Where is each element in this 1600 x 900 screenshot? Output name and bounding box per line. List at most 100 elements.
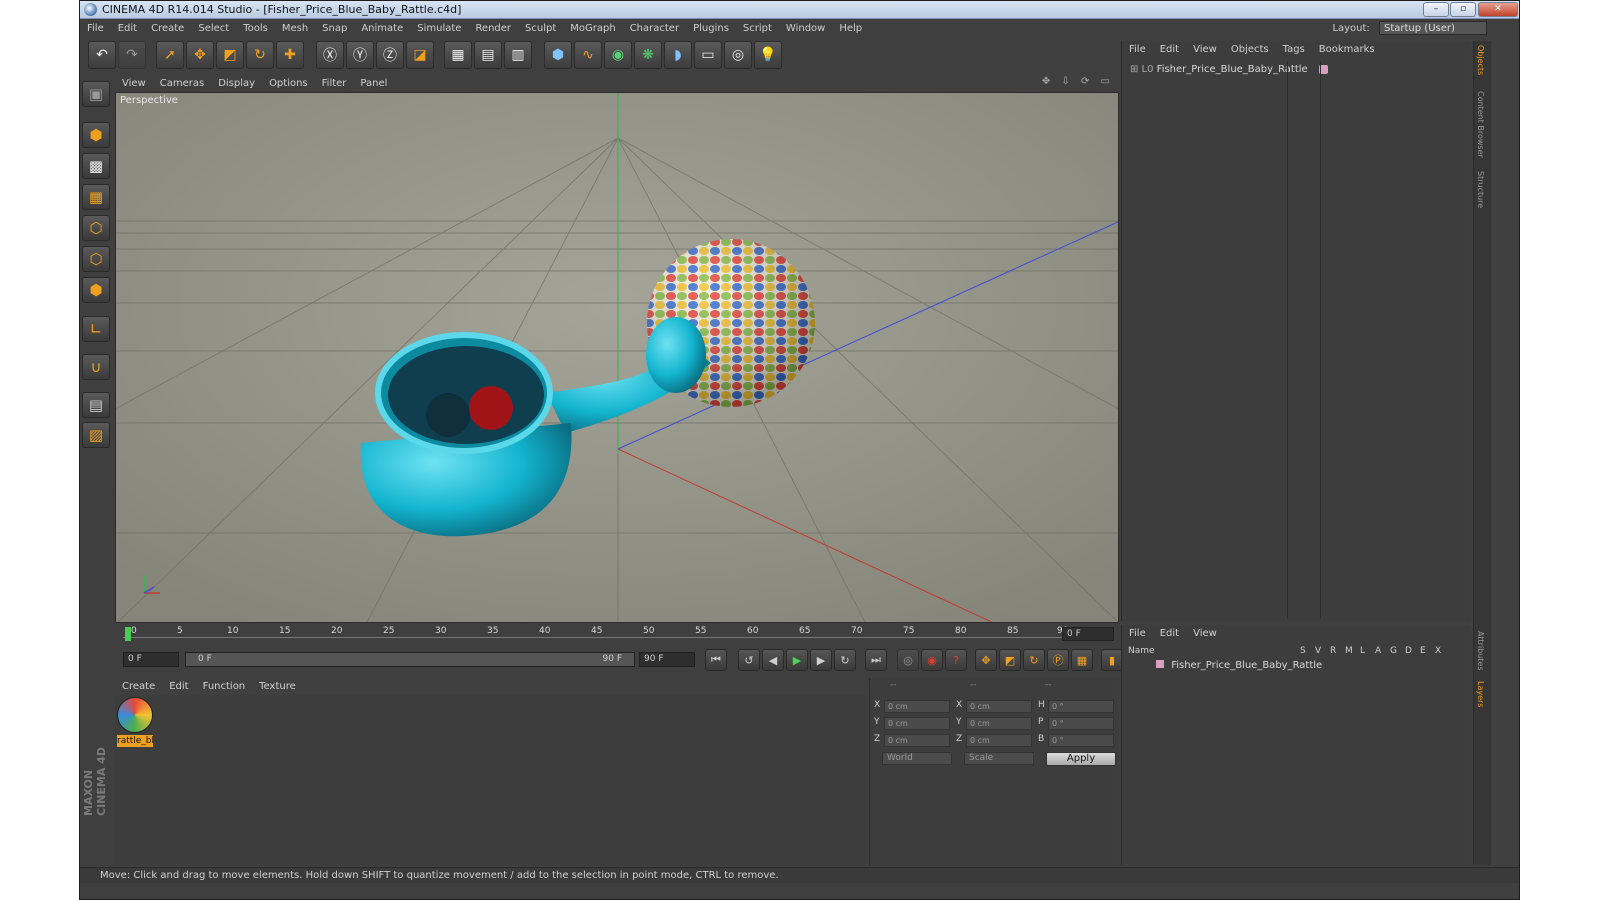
previous-frame-icon[interactable]: ◀ <box>762 649 784 671</box>
size-y-field[interactable]: 0 cm <box>966 717 1032 730</box>
record-active-icon[interactable]: ◉ <box>921 649 943 671</box>
viewport-menu-cameras[interactable]: Cameras <box>153 76 211 92</box>
tab-layers[interactable]: Layers <box>1476 681 1485 707</box>
size-z-field[interactable]: 0 cm <box>966 734 1032 747</box>
scene-floor-icon[interactable]: ▭ <box>694 41 722 69</box>
camera-icon[interactable]: ◎ <box>724 41 752 69</box>
pos-y-field[interactable]: 0 cm <box>884 717 950 730</box>
coordinate-system-icon[interactable]: ◪ <box>406 41 434 69</box>
viewport-menu-panel[interactable]: Panel <box>353 76 394 92</box>
viewport-menu-filter[interactable]: Filter <box>315 76 354 92</box>
object-name[interactable]: Fisher_Price_Blue_Baby_Rattle <box>1157 64 1308 75</box>
menu-mesh[interactable]: Mesh <box>275 20 315 38</box>
timeline-ruler[interactable]: 0 5 10 15 20 25 30 35 40 45 50 55 60 65 … <box>115 625 1120 643</box>
spline-icon[interactable]: ∿ <box>574 41 602 69</box>
pos-z-field[interactable]: 0 cm <box>884 734 950 747</box>
om-menu-objects[interactable]: Objects <box>1224 41 1276 59</box>
nurbs-icon[interactable]: ◉ <box>604 41 632 69</box>
material-preview[interactable] <box>117 697 153 733</box>
axis-mode-icon[interactable]: ∟ <box>82 316 110 342</box>
move-icon[interactable]: ✥ <box>186 41 214 69</box>
light-icon[interactable]: 💡 <box>754 41 782 69</box>
previous-key-icon[interactable]: ↺ <box>738 649 760 671</box>
material-menu-function[interactable]: Function <box>196 678 253 695</box>
menu-render[interactable]: Render <box>468 20 518 38</box>
layout-dropdown[interactable]: Startup (User) <box>1379 21 1487 35</box>
menu-simulate[interactable]: Simulate <box>410 20 468 38</box>
polygons-mode-icon[interactable]: ⬢ <box>82 277 110 303</box>
timeline-editor-icon[interactable]: ▮ <box>1101 649 1123 671</box>
layer-name[interactable]: Fisher_Price_Blue_Baby_Rattle <box>1171 660 1322 671</box>
material-menu-edit[interactable]: Edit <box>162 678 195 695</box>
menu-tools[interactable]: Tools <box>236 20 275 38</box>
y-axis-icon[interactable]: Ⓨ <box>346 41 374 69</box>
menu-edit[interactable]: Edit <box>111 20 144 38</box>
menu-animate[interactable]: Animate <box>354 20 410 38</box>
rot-h-field[interactable]: 0 ° <box>1048 700 1114 713</box>
viewport-nav-icons[interactable]: ✥ ⇩ ⟳ ▭ <box>1042 76 1114 87</box>
go-to-start-icon[interactable]: ⏮ <box>705 649 727 671</box>
om-menu-view[interactable]: View <box>1186 41 1224 59</box>
viewport-menu-options[interactable]: Options <box>262 76 315 92</box>
size-mode-dropdown[interactable]: Scale <box>964 752 1034 765</box>
undo-icon[interactable]: ↶ <box>88 41 116 69</box>
tab-structure[interactable]: Structure <box>1476 171 1485 208</box>
apply-button[interactable]: Apply <box>1046 752 1116 766</box>
object-tree-item[interactable]: ⊞ L0 Fisher_Price_Blue_Baby_Rattle <box>1130 63 1328 77</box>
menu-character[interactable]: Character <box>623 20 686 38</box>
array-icon[interactable]: ❋ <box>634 41 662 69</box>
viewport-menu-view[interactable]: View <box>115 76 153 92</box>
current-frame-field[interactable]: 0 F <box>1062 627 1114 641</box>
pos-x-field[interactable]: 0 cm <box>884 700 950 713</box>
size-x-field[interactable]: 0 cm <box>966 700 1032 713</box>
edges-mode-icon[interactable]: ⬡ <box>82 246 110 272</box>
points-mode-icon[interactable]: ⬡ <box>82 215 110 241</box>
z-axis-icon[interactable]: Ⓩ <box>376 41 404 69</box>
motion-record-icon[interactable]: ◎ <box>897 649 919 671</box>
lm-menu-view[interactable]: View <box>1186 625 1224 643</box>
frame-range-slider[interactable]: 0 F 90 F <box>185 652 635 667</box>
tab-objects[interactable]: Objects <box>1476 45 1485 75</box>
make-editable-icon[interactable]: ▣ <box>82 81 110 107</box>
next-key-icon[interactable]: ↻ <box>834 649 856 671</box>
lm-menu-edit[interactable]: Edit <box>1153 625 1186 643</box>
tab-content-browser[interactable]: Content Browser <box>1476 91 1485 158</box>
menu-file[interactable]: File <box>80 20 111 38</box>
rot-p-field[interactable]: 0 ° <box>1048 717 1114 730</box>
play-icon[interactable]: ▶ <box>786 649 808 671</box>
close-button[interactable]: ✕ <box>1478 2 1518 17</box>
viewport-menu-display[interactable]: Display <box>211 76 262 92</box>
menu-snap[interactable]: Snap <box>315 20 354 38</box>
go-to-end-icon[interactable]: ⏭ <box>865 649 887 671</box>
key-position-icon[interactable]: ✥ <box>975 649 997 671</box>
autokey-icon[interactable]: ? <box>945 649 967 671</box>
workplane-icon[interactable]: ▦ <box>82 184 110 210</box>
edit-render-settings-icon[interactable]: ▥ <box>504 41 532 69</box>
minimize-button[interactable]: – <box>1423 2 1449 17</box>
scale-icon[interactable]: ◩ <box>216 41 244 69</box>
om-menu-tags[interactable]: Tags <box>1276 41 1312 59</box>
end-frame-field[interactable]: 90 F <box>639 652 695 667</box>
deformer-icon[interactable]: ◗ <box>664 41 692 69</box>
key-param-icon[interactable]: Ⓟ <box>1047 649 1069 671</box>
rot-b-field[interactable]: 0 ° <box>1048 734 1114 747</box>
menu-sculpt[interactable]: Sculpt <box>518 20 563 38</box>
key-pla-icon[interactable]: ▦ <box>1071 649 1093 671</box>
magnet-icon[interactable]: ∪ <box>82 354 110 380</box>
om-menu-bookmarks[interactable]: Bookmarks <box>1312 41 1382 59</box>
locked-workplane-icon[interactable]: ▨ <box>82 422 110 448</box>
menu-help[interactable]: Help <box>832 20 869 38</box>
om-menu-edit[interactable]: Edit <box>1153 41 1186 59</box>
key-rotation-icon[interactable]: ↻ <box>1023 649 1045 671</box>
menu-select[interactable]: Select <box>191 20 236 38</box>
start-frame-field[interactable]: 0 F <box>123 652 179 667</box>
cube-icon[interactable]: ⬢ <box>544 41 572 69</box>
maximize-button[interactable]: ▫ <box>1450 2 1476 17</box>
perspective-viewport[interactable]: Perspective <box>115 92 1119 623</box>
material-label[interactable]: rattle_bl <box>117 735 153 747</box>
live-select-icon[interactable]: ✚ <box>276 41 304 69</box>
redo-icon[interactable]: ↷ <box>118 41 146 69</box>
select-arrow-icon[interactable]: ➚ <box>156 41 184 69</box>
menu-window[interactable]: Window <box>779 20 832 38</box>
layer-row[interactable]: Fisher_Price_Blue_Baby_Rattle <box>1156 660 1322 671</box>
